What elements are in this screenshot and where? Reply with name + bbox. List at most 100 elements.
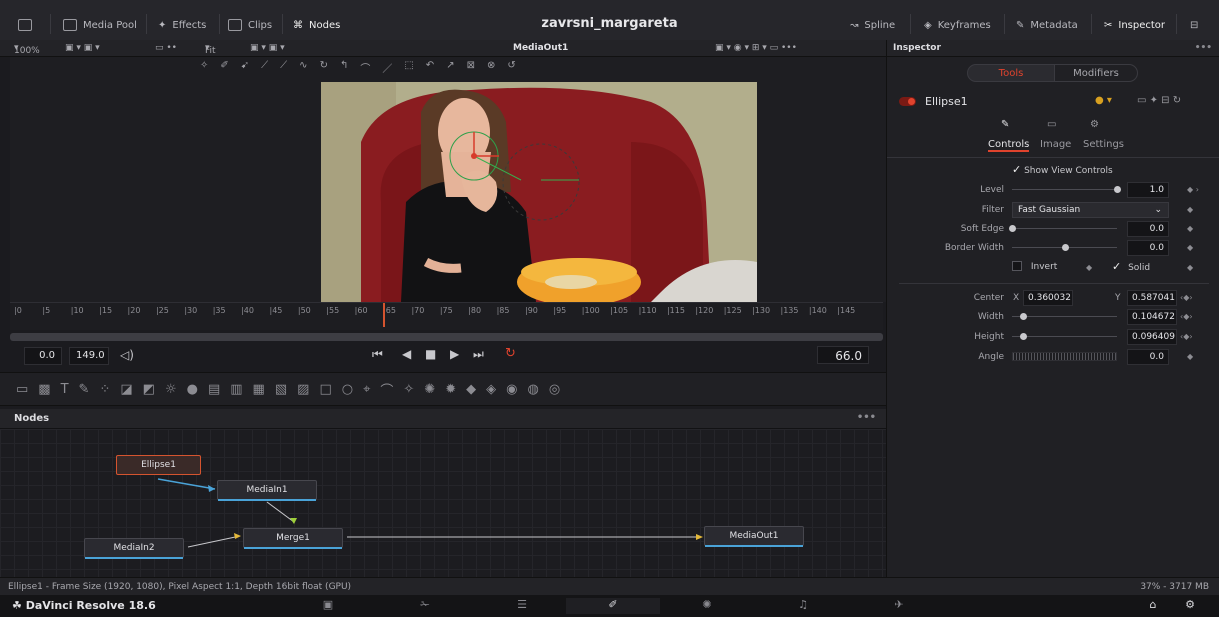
height-slider[interactable] <box>1012 336 1117 337</box>
timeline-scrubber[interactable] <box>10 333 883 341</box>
page-color-icon[interactable]: ✺ <box>692 598 722 614</box>
keyframe-icon[interactable]: ‹◆› <box>1180 293 1193 302</box>
keyframe-icon[interactable]: ◆ <box>1187 263 1193 272</box>
loader-icon[interactable]: ▧ <box>275 382 287 397</box>
inspector-button[interactable]: ✂ Inspector <box>1104 16 1165 34</box>
height-slider-handle[interactable] <box>1019 333 1027 340</box>
clips-button[interactable]: Clips <box>228 16 272 34</box>
brush-icon[interactable]: ✐ <box>220 60 228 76</box>
polygon-mask-icon[interactable]: ⌖ <box>363 382 370 397</box>
select-icon[interactable]: ⬚ <box>404 60 413 76</box>
angle-dial[interactable] <box>1012 352 1117 361</box>
box-icon[interactable]: ⊠ <box>467 60 475 76</box>
page-deliver-icon[interactable]: ✈ <box>884 598 914 614</box>
sculpt-icon[interactable]: ↗ <box>446 60 454 76</box>
fullscreen-button[interactable]: ⊟ <box>1190 16 1198 34</box>
expand-toggle[interactable] <box>18 16 32 34</box>
tracker-icon[interactable]: ✧ <box>403 382 414 397</box>
go-to-end-button[interactable]: ⏭ <box>473 347 484 362</box>
paint-icon[interactable]: ✧ <box>200 60 208 76</box>
blur-icon[interactable]: ● <box>187 382 198 397</box>
render-start-field[interactable]: 0.0 <box>24 347 62 365</box>
play-button[interactable]: ▶ <box>450 347 459 361</box>
color-curves-icon[interactable]: ◩ <box>143 382 155 397</box>
keyframes-button[interactable]: ◈ Keyframes <box>924 16 991 34</box>
channel-icons[interactable]: ▣ ▾ ▣ ▾ <box>250 43 285 53</box>
warp-icon[interactable]: ✹ <box>445 382 456 397</box>
audio-icon[interactable]: ◁) <box>120 348 134 362</box>
invert-checkbox[interactable]: Invert <box>1012 261 1057 272</box>
metadata-button[interactable]: ✎ Metadata <box>1016 16 1078 34</box>
nodes-options-icon[interactable]: ••• <box>857 412 876 423</box>
tab-modifiers[interactable]: Modifiers <box>1054 64 1138 82</box>
loop-icon[interactable]: ↻ <box>505 346 516 361</box>
close-shape-icon[interactable]: ⊗ <box>487 60 495 76</box>
soft-edge-slider[interactable] <box>1012 228 1117 229</box>
filter-select[interactable]: Fast Gaussian ⌄ <box>1012 202 1169 218</box>
lasso-icon[interactable]: ↻ <box>320 60 328 76</box>
current-frame-field[interactable]: 66.0 <box>817 346 869 364</box>
shape-3d-icon[interactable]: ◆ <box>466 382 476 397</box>
nodes-button[interactable]: ⌘ Nodes <box>293 16 340 34</box>
spline-button[interactable]: ↝ Spline <box>850 16 895 34</box>
keyframe-icon[interactable]: ‹◆› <box>1180 312 1193 321</box>
height-field[interactable]: 0.096409 <box>1127 329 1177 345</box>
level-slider[interactable] <box>1012 189 1117 190</box>
video-frame[interactable] <box>321 82 757 302</box>
border-width-field[interactable]: 0.0 <box>1127 240 1169 256</box>
curve-icon[interactable]: ∿ <box>299 60 307 76</box>
width-slider[interactable] <box>1012 316 1117 317</box>
angle-field[interactable]: 0.0 <box>1127 349 1169 365</box>
page-fusion-icon[interactable]: ✐ <box>566 598 660 614</box>
page-edit-icon[interactable]: ☰ <box>507 598 537 614</box>
brightness-icon[interactable]: ☼ <box>165 382 177 397</box>
background-tool-icon[interactable]: ▭ <box>16 382 28 397</box>
home-icon[interactable]: ⌂ <box>1138 598 1168 614</box>
node-mediaout1[interactable]: MediaOut1 <box>704 526 804 547</box>
viewer-right-icons[interactable]: ▣ ▾ ◉ ▾ ⊞ ▾ ▭ ••• <box>715 43 797 53</box>
zoom-select[interactable]: 100% ▾ <box>14 43 40 56</box>
keyframe-icon[interactable]: ◆ <box>1086 263 1092 272</box>
media-pool-button[interactable]: Media Pool <box>63 16 137 34</box>
node-graph[interactable]: Ellipse1 MediaIn1 MediaIn2 Merge1 MediaO… <box>0 429 886 577</box>
keyframe-icon[interactable]: ◆ <box>1187 205 1193 214</box>
stop-button[interactable]: ■ <box>425 347 436 361</box>
channel-booleans-icon[interactable]: ▥ <box>230 382 242 397</box>
node-merge1[interactable]: Merge1 <box>243 528 343 549</box>
subtab-settings[interactable]: Settings <box>1083 139 1124 150</box>
camera-3d-icon[interactable]: ◍ <box>527 382 538 397</box>
playhead[interactable] <box>383 303 386 327</box>
solid-checkbox[interactable]: ✓ Solid <box>1112 260 1150 273</box>
text-3d-icon[interactable]: ◈ <box>486 382 496 397</box>
bspline-icon[interactable]: ⟋ <box>280 60 287 76</box>
polygon-icon[interactable]: ⟋ <box>261 60 268 76</box>
reset-icon[interactable]: ↺ <box>507 60 515 76</box>
renderer-3d-icon[interactable]: ◎ <box>549 382 560 397</box>
ellipse-mask-icon[interactable]: ○ <box>342 382 353 397</box>
undo-shape-icon[interactable]: ↶ <box>426 60 434 76</box>
fastnoise-tool-icon[interactable]: ▩ <box>38 382 50 397</box>
line-icon[interactable]: ／ <box>382 60 392 76</box>
keyframe-icon[interactable]: ◆ <box>1187 224 1193 233</box>
transform-icon[interactable]: ↰ <box>340 60 348 76</box>
center-x-field[interactable]: 0.360032 <box>1023 290 1073 306</box>
go-to-start-button[interactable]: ⏮ <box>372 347 383 362</box>
keyframe-icon[interactable]: ◆ › <box>1187 185 1199 194</box>
subtab-controls[interactable]: Controls <box>988 139 1030 152</box>
soft-edge-field[interactable]: 0.0 <box>1127 221 1169 237</box>
page-cut-icon[interactable]: ✁ <box>410 598 440 614</box>
tool-actions-icons[interactable]: ▭ ✦ ⊟ ↻ <box>1137 95 1181 106</box>
color-corrector-icon[interactable]: ◪ <box>120 382 132 397</box>
planar-tracker-icon[interactable]: ✺ <box>424 382 435 397</box>
roi-icon[interactable]: ▭ •• <box>155 43 177 53</box>
level-field[interactable]: 1.0 <box>1127 182 1169 198</box>
page-media-icon[interactable]: ▣ <box>313 598 343 614</box>
node-mediain1[interactable]: MediaIn1 <box>217 480 317 501</box>
paint-tool-icon[interactable]: ✎ <box>79 382 90 397</box>
width-field[interactable]: 0.104672 <box>1127 309 1177 325</box>
settings-gear-icon[interactable]: ⚙ <box>1175 598 1205 614</box>
level-slider-handle[interactable] <box>1114 186 1121 193</box>
keyframe-icon[interactable]: ◆ <box>1187 243 1193 252</box>
merge-3d-icon[interactable]: ◉ <box>506 382 517 397</box>
node-mediain2[interactable]: MediaIn2 <box>84 538 184 559</box>
